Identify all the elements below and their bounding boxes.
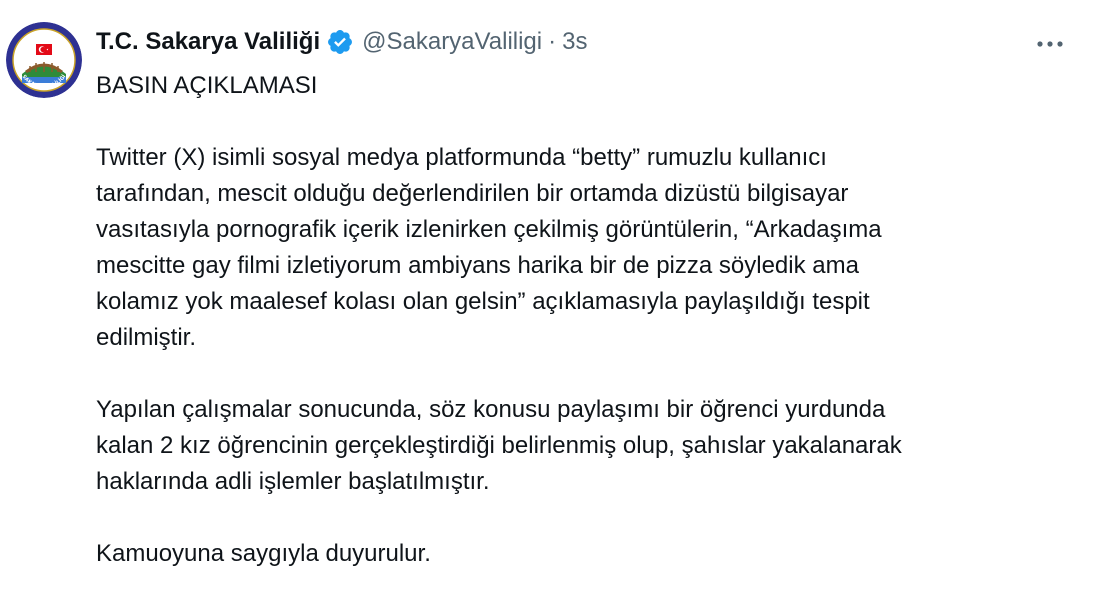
- tweet: TÜRKİYE CUMHURİYETİ SAKARYA VALİLİĞİ T.C…: [0, 0, 1100, 606]
- user-handle[interactable]: @SakaryaValiligi: [362, 28, 542, 56]
- tweet-paragraph: Yapılan çalışmalar sonucunda, söz konusu…: [96, 396, 902, 495]
- more-options-icon[interactable]: [1030, 28, 1070, 60]
- tweet-header: T.C. Sakarya Valiliği @SakaryaValiligi ·…: [96, 24, 587, 60]
- tweet-timestamp[interactable]: 3s: [562, 28, 587, 56]
- tweet-paragraph: Kamuoyuna saygıyla duyurulur.: [96, 540, 431, 567]
- sakarya-valiligi-seal: TÜRKİYE CUMHURİYETİ SAKARYA VALİLİĞİ: [6, 22, 82, 98]
- tweet-text: BASIN AÇIKLAMASI Twitter (X) isimli sosy…: [96, 68, 1086, 572]
- display-name[interactable]: T.C. Sakarya Valiliği: [96, 28, 320, 56]
- avatar[interactable]: TÜRKİYE CUMHURİYETİ SAKARYA VALİLİĞİ: [6, 22, 82, 98]
- tweet-paragraph: Twitter (X) isimli sosyal medya platform…: [96, 144, 882, 351]
- tweet-paragraph-title: BASIN AÇIKLAMASI: [96, 72, 318, 99]
- verified-badge-icon[interactable]: [326, 28, 354, 56]
- separator-dot: ·: [548, 28, 557, 55]
